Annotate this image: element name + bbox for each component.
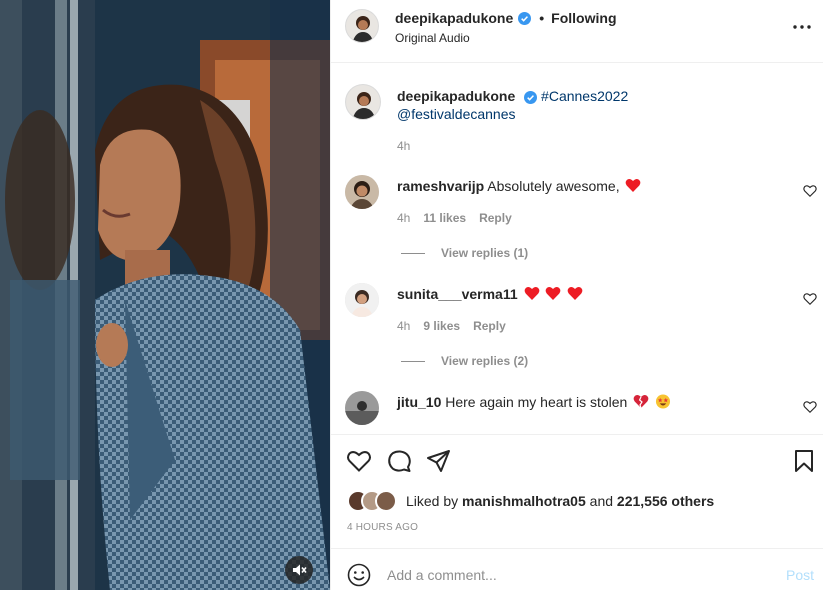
caption-time: 4h bbox=[397, 139, 411, 153]
liked-by-row: Liked by manishmalhotra05 and 221,556 ot… bbox=[347, 490, 714, 512]
broken-heart-icon bbox=[633, 395, 649, 409]
like-comment-heart-icon[interactable] bbox=[803, 292, 817, 306]
comment-bubble-icon[interactable] bbox=[386, 448, 412, 474]
comment-body: Absolutely awesome, bbox=[487, 178, 620, 194]
view-replies-button[interactable]: View replies (1) bbox=[401, 246, 528, 260]
avatar-image bbox=[346, 85, 380, 119]
liked-by-others[interactable]: 221,556 others bbox=[617, 493, 714, 509]
view-replies-button[interactable]: View replies (2) bbox=[401, 354, 528, 368]
author-avatar[interactable] bbox=[345, 9, 379, 43]
mute-button[interactable] bbox=[285, 556, 313, 584]
post-video[interactable] bbox=[0, 0, 330, 590]
hashtag-link[interactable]: #Cannes2022 bbox=[541, 88, 628, 104]
comment-username[interactable]: sunita___verma11 bbox=[397, 286, 518, 302]
liker-avatars[interactable] bbox=[347, 490, 402, 512]
caption-text: deepikapadukone #Cannes2022 @festivaldec… bbox=[397, 87, 697, 123]
comment-input[interactable] bbox=[387, 564, 757, 586]
comment-meta: 4h 9 likes Reply bbox=[397, 319, 519, 333]
add-comment-bar: Post bbox=[331, 548, 823, 590]
save-bookmark-icon[interactable] bbox=[791, 448, 817, 474]
comment-body: Here again my heart is stolen bbox=[445, 394, 628, 410]
divider-line bbox=[401, 360, 425, 362]
share-paper-plane-icon[interactable] bbox=[426, 448, 452, 474]
red-heart-icon bbox=[546, 287, 561, 300]
caption-meta: 4h bbox=[397, 139, 423, 153]
red-heart-icon bbox=[524, 287, 539, 300]
post-side-panel: deepikapadukone • Following Original Aud… bbox=[330, 0, 823, 590]
comment-likes[interactable]: 9 likes bbox=[423, 319, 460, 333]
reply-button[interactable]: Reply bbox=[473, 319, 506, 333]
speaker-muted-icon bbox=[293, 564, 307, 576]
comment-text: jitu_10 Here again my heart is stolen bbox=[397, 393, 671, 411]
verified-badge-icon bbox=[524, 90, 538, 104]
caption-username[interactable]: deepikapadukone bbox=[397, 88, 515, 104]
like-comment-heart-icon[interactable] bbox=[803, 400, 817, 414]
commenter-avatar[interactable] bbox=[345, 283, 379, 317]
like-comment-heart-icon[interactable] bbox=[803, 184, 817, 198]
avatar-image bbox=[346, 10, 378, 42]
header-username-row: deepikapadukone • Following bbox=[395, 10, 617, 26]
video-frame bbox=[0, 0, 330, 590]
red-heart-icon bbox=[626, 179, 641, 192]
liked-by-user[interactable]: manishmalhotra05 bbox=[462, 493, 586, 509]
more-options-icon[interactable] bbox=[790, 17, 814, 37]
avatar-image bbox=[345, 283, 379, 317]
header-separator: • bbox=[539, 10, 545, 26]
original-audio-link[interactable]: Original Audio bbox=[395, 31, 470, 45]
liked-by-connector: and bbox=[589, 493, 614, 509]
avatar-image bbox=[345, 391, 379, 425]
liker-avatar bbox=[375, 490, 397, 512]
divider-line bbox=[401, 252, 425, 254]
like-heart-icon[interactable] bbox=[346, 448, 372, 474]
red-heart-icon bbox=[567, 287, 583, 300]
view-replies-label: View replies (2) bbox=[441, 354, 529, 368]
comment-username[interactable]: rameshvarijp bbox=[397, 178, 484, 194]
post-comment-button[interactable]: Post bbox=[786, 567, 814, 583]
following-button[interactable]: Following bbox=[551, 10, 616, 26]
reply-button[interactable]: Reply bbox=[479, 211, 512, 225]
comment-text: rameshvarijp Absolutely awesome, bbox=[397, 177, 641, 195]
comment-likes[interactable]: 11 likes bbox=[423, 211, 466, 225]
caption-author-avatar[interactable] bbox=[345, 84, 381, 120]
liked-by-prefix: Liked by bbox=[406, 493, 459, 509]
verified-badge-icon bbox=[518, 11, 532, 25]
commenter-avatar[interactable] bbox=[345, 175, 379, 209]
emoji-smiley-icon[interactable] bbox=[347, 563, 371, 587]
mention-link[interactable]: @festivaldecannes bbox=[397, 106, 516, 122]
comments-list[interactable]: deepikapadukone #Cannes2022 @festivaldec… bbox=[331, 64, 823, 433]
star-struck-icon bbox=[656, 394, 671, 409]
post-header: deepikapadukone • Following Original Aud… bbox=[331, 0, 823, 63]
commenter-avatar[interactable] bbox=[345, 391, 379, 425]
avatar-image bbox=[345, 175, 379, 209]
comment-username[interactable]: jitu_10 bbox=[397, 394, 441, 410]
author-username[interactable]: deepikapadukone bbox=[395, 10, 513, 26]
comment-text: sunita___verma11 bbox=[397, 285, 583, 303]
comment-time: 4h bbox=[397, 211, 411, 225]
comment-time: 4h bbox=[397, 319, 411, 333]
comment-meta: 4h 11 likes Reply bbox=[397, 211, 525, 225]
view-replies-label: View replies (1) bbox=[441, 246, 529, 260]
post-timestamp: 4 HOURS AGO bbox=[347, 522, 419, 533]
